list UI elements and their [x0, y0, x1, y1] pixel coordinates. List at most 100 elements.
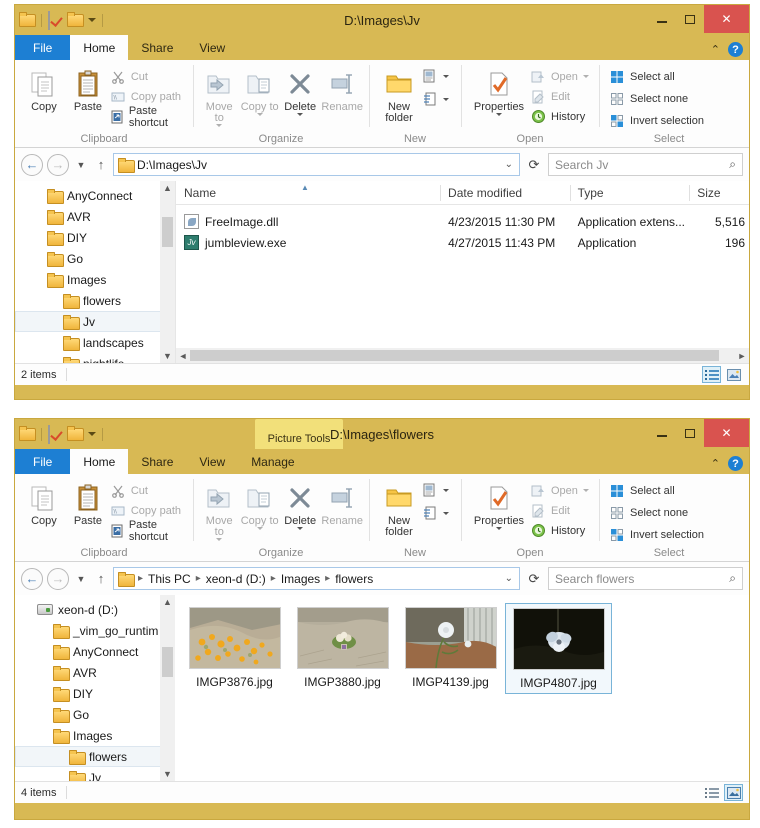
explorer-window-flowers[interactable]: Picture Tools D:\Images\flowers ✕ File H… — [14, 418, 750, 820]
column-header-date-modified[interactable]: Date modified — [440, 181, 570, 205]
copy-path-button[interactable]: \\ Copy path — [110, 502, 187, 519]
new-item-button[interactable] — [422, 68, 449, 85]
help-icon[interactable]: ? — [728, 42, 743, 57]
properties-icon[interactable] — [48, 425, 64, 444]
tree-item-avr[interactable]: AVR — [15, 206, 175, 227]
new-item-caret-icon[interactable] — [443, 75, 449, 78]
back-button[interactable]: ← — [21, 567, 43, 590]
paste-shortcut-button[interactable]: Paste shortcut — [110, 519, 187, 543]
view-toggle-buttons[interactable] — [702, 784, 743, 801]
tree-item-nightlife[interactable]: nightlife — [15, 353, 175, 363]
easy-access-button[interactable] — [422, 91, 449, 108]
move-to-button[interactable]: Move to — [200, 65, 238, 127]
edit-button[interactable]: Edit — [530, 502, 589, 519]
copy-to-caret-icon[interactable] — [256, 113, 263, 116]
file-name-cell[interactable]: FreeImage.dll — [176, 214, 440, 229]
cut-button[interactable]: Cut — [110, 68, 187, 85]
tab-share[interactable]: Share — [128, 35, 186, 60]
tree-item-anyconnect[interactable]: AnyConnect — [15, 185, 175, 206]
tree-item-go[interactable]: Go — [15, 248, 175, 269]
collapse-ribbon-icon[interactable]: ⌃ — [711, 43, 720, 56]
copy-to-caret-icon[interactable] — [256, 527, 263, 530]
tree-item-diy[interactable]: DIY — [15, 227, 175, 248]
title-bar[interactable]: D:\Images\Jv ✕ — [15, 5, 749, 35]
refresh-button[interactable]: ⟳ — [524, 157, 544, 173]
tree-item-jv[interactable]: Jv — [15, 767, 175, 781]
copy-button[interactable]: Copy — [22, 479, 66, 527]
cut-button[interactable]: Cut — [110, 482, 187, 499]
address-toolbar[interactable]: ← → ▼ ↑ D:\Images\Jv ⌄ ⟳ Search Jv ⌕ — [15, 148, 749, 181]
forward-button[interactable]: → — [47, 567, 69, 590]
address-bar[interactable]: ▸ This PC ▸ xeon-d (D:) ▸ Images ▸ flowe… — [113, 567, 520, 590]
nav-pane-scrollbar[interactable]: ▲ ▼ — [160, 595, 175, 781]
list-item[interactable]: IMGP4807.jpg — [505, 603, 612, 694]
large-icons-view-button[interactable] — [724, 366, 743, 383]
maximize-button[interactable] — [676, 5, 704, 33]
properties-button[interactable]: Properties — [468, 65, 530, 116]
tree-item-flowers[interactable]: flowers — [15, 746, 175, 767]
minimize-button[interactable] — [648, 419, 676, 447]
view-toggle-buttons[interactable] — [702, 366, 743, 383]
tree-item-anyconnect[interactable]: AnyConnect — [15, 641, 175, 662]
scroll-right-icon[interactable]: ► — [735, 351, 749, 361]
new-folder-button[interactable]: New folder — [376, 479, 422, 538]
breadcrumb-flowers[interactable]: flowers — [333, 572, 375, 586]
tab-file[interactable]: File — [15, 35, 71, 60]
address-bar[interactable]: D:\Images\Jv ⌄ — [113, 153, 520, 176]
invert-selection-button[interactable]: Invert selection — [609, 526, 704, 543]
large-icons-view-button[interactable] — [724, 784, 743, 801]
select-none-button[interactable]: Select none — [609, 504, 704, 521]
table-row[interactable]: Jv jumbleview.exe 4/27/2015 11:43 PM App… — [176, 232, 749, 253]
copy-button[interactable]: Copy — [22, 65, 66, 113]
address-dropdown-icon[interactable]: ⌄ — [505, 159, 515, 170]
properties-caret-icon[interactable] — [496, 527, 502, 530]
scroll-down-icon[interactable]: ▼ — [163, 767, 172, 781]
close-button[interactable]: ✕ — [704, 419, 749, 447]
list-item[interactable]: IMGP3876.jpg — [181, 603, 288, 694]
select-all-button[interactable]: Select all — [609, 482, 704, 499]
tree-item-flowers[interactable]: flowers — [15, 290, 175, 311]
column-header-size[interactable]: Size — [689, 181, 749, 205]
scroll-left-icon[interactable]: ◄ — [176, 351, 190, 361]
up-button[interactable]: ↑ — [93, 568, 109, 590]
customize-caret-icon[interactable] — [88, 18, 96, 22]
close-button[interactable]: ✕ — [704, 5, 749, 33]
new-folder-icon[interactable] — [67, 12, 84, 28]
rename-button[interactable]: Rename — [321, 479, 363, 527]
easy-access-caret-icon[interactable] — [443, 98, 449, 101]
move-to-caret-icon[interactable] — [216, 538, 223, 541]
up-button[interactable]: ↑ — [93, 154, 109, 176]
search-box[interactable]: Search flowers ⌕ — [548, 567, 743, 590]
folder-tree[interactable]: xeon-d (D:) _vim_go_runtim AnyConnect AV… — [15, 595, 175, 781]
column-header-type[interactable]: Type — [569, 181, 690, 205]
minimize-button[interactable] — [648, 5, 676, 33]
ribbon-tabs[interactable]: File Home Share View Manage ⌃ ? — [15, 449, 749, 474]
navigation-pane[interactable]: xeon-d (D:) _vim_go_runtim AnyConnect AV… — [15, 595, 175, 781]
explorer-window-jv[interactable]: D:\Images\Jv ✕ File Home Share View ⌃ ? — [14, 4, 750, 400]
folder-tree[interactable]: AnyConnect AVR DIY Go Images flowers Jv … — [15, 181, 175, 363]
tree-item-diy[interactable]: DIY — [15, 683, 175, 704]
list-item[interactable]: IMGP3880.jpg — [289, 603, 396, 694]
folder-icon[interactable] — [19, 12, 36, 28]
new-item-caret-icon[interactable] — [443, 489, 449, 492]
folder-icon[interactable] — [19, 426, 36, 442]
open-button[interactable]: Open — [530, 482, 589, 499]
scrollbar-thumb[interactable] — [190, 350, 719, 361]
ribbon-help-zone[interactable]: ⌃ ? — [711, 456, 743, 471]
select-none-button[interactable]: Select none — [609, 90, 704, 107]
properties-button[interactable]: Properties — [468, 479, 530, 530]
table-row[interactable]: FreeImage.dll 4/23/2015 11:30 PM Applica… — [176, 211, 749, 232]
move-to-button[interactable]: Move to — [200, 479, 238, 541]
tree-item-images[interactable]: Images — [15, 725, 175, 746]
file-list-horizontal-scrollbar[interactable]: ◄ ► — [176, 348, 749, 363]
tab-view[interactable]: View — [186, 449, 238, 474]
tree-item-images[interactable]: Images — [15, 269, 175, 290]
window-controls[interactable]: ✕ — [648, 419, 749, 447]
details-view-button[interactable] — [702, 784, 721, 801]
easy-access-button[interactable] — [422, 505, 449, 522]
tab-manage[interactable]: Manage — [238, 449, 307, 474]
file-rows[interactable]: FreeImage.dll 4/23/2015 11:30 PM Applica… — [176, 205, 749, 253]
ribbon[interactable]: Copy Paste Cut \\ Copy path Paste shortc… — [15, 474, 749, 562]
scrollbar-thumb[interactable] — [162, 217, 173, 247]
easy-access-caret-icon[interactable] — [443, 512, 449, 515]
